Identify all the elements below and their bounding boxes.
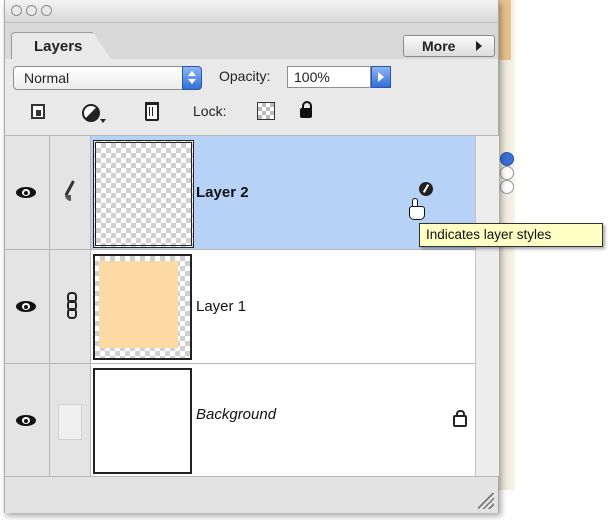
visibility-cell[interactable] (5, 250, 50, 363)
layer-thumbnail[interactable] (93, 254, 192, 360)
tab-layers[interactable]: Layers (11, 32, 95, 60)
lock-label: Lock: (193, 103, 227, 119)
dropdown-arrow-icon (100, 119, 106, 123)
title-bar[interactable] (5, 0, 498, 23)
trash-icon[interactable] (145, 102, 159, 121)
zoom-icon[interactable] (41, 5, 52, 16)
updown-arrows-icon[interactable] (182, 66, 202, 90)
minimize-icon[interactable] (26, 5, 37, 16)
layer-fill-swatch (99, 261, 178, 348)
layers-palette: Layers More Normal Opacity: 100% Lock: L… (4, 0, 499, 513)
opacity-field[interactable]: 100% (287, 66, 371, 88)
lock-transparency-icon[interactable] (257, 102, 275, 120)
eye-icon[interactable] (16, 186, 38, 200)
tab-row: Layers More (5, 23, 498, 60)
lock-all-icon[interactable] (300, 101, 312, 118)
palette-footer (5, 476, 498, 513)
radio-icon (500, 166, 514, 180)
blend-mode-value: Normal (24, 70, 70, 86)
tooltip-text: Indicates layer styles (426, 227, 552, 242)
background-window-accent (497, 0, 511, 60)
eye-icon[interactable] (16, 300, 38, 314)
radio-icon (500, 180, 514, 194)
lock-icon (453, 410, 467, 427)
link-cell[interactable] (50, 364, 91, 477)
radio-selected-icon (500, 152, 514, 166)
layer-name[interactable]: Layer 2 (196, 184, 249, 201)
tab-edge (93, 32, 111, 59)
layer-thumbnail[interactable] (93, 368, 192, 474)
tooltip: Indicates layer styles (419, 223, 603, 247)
opacity-slider-button[interactable] (371, 66, 391, 88)
new-layer-set-icon[interactable] (31, 104, 45, 119)
layer-name[interactable]: Layer 1 (196, 298, 246, 315)
layer-row-layer-1[interactable]: Layer 1 (5, 250, 475, 364)
layer-name[interactable]: Background (196, 406, 276, 423)
link-cell[interactable] (50, 136, 91, 249)
more-button[interactable]: More (403, 35, 495, 57)
layer-style-icon[interactable] (419, 182, 433, 196)
triangle-right-icon (476, 41, 482, 51)
visibility-cell[interactable] (5, 364, 50, 477)
opacity-label: Opacity: (219, 68, 271, 84)
chain-link-icon (67, 292, 77, 319)
hand-pointer-icon (406, 198, 426, 222)
opacity-value: 100% (294, 69, 330, 85)
layer-row-layer-2[interactable]: Layer 2 (5, 136, 475, 250)
brush-icon (63, 180, 79, 203)
resize-grip-icon[interactable] (478, 493, 494, 509)
tab-layers-label: Layers (34, 38, 83, 55)
eye-icon[interactable] (16, 414, 38, 428)
link-cell[interactable] (50, 250, 91, 363)
close-icon[interactable] (11, 5, 22, 16)
visibility-cell[interactable] (5, 136, 50, 249)
more-button-label: More (422, 38, 456, 54)
adjustment-layer-icon[interactable] (82, 104, 100, 122)
layer-list: Layer 2 Layer 1 Background (5, 136, 475, 478)
scrollbar[interactable] (475, 136, 499, 476)
blend-mode-select[interactable]: Normal (13, 66, 202, 90)
layer-controls: Normal Opacity: 100% Lock: (5, 59, 498, 136)
layer-thumbnail[interactable] (93, 140, 194, 248)
empty-link-slot (58, 404, 82, 440)
layer-row-background[interactable]: Background (5, 364, 475, 478)
